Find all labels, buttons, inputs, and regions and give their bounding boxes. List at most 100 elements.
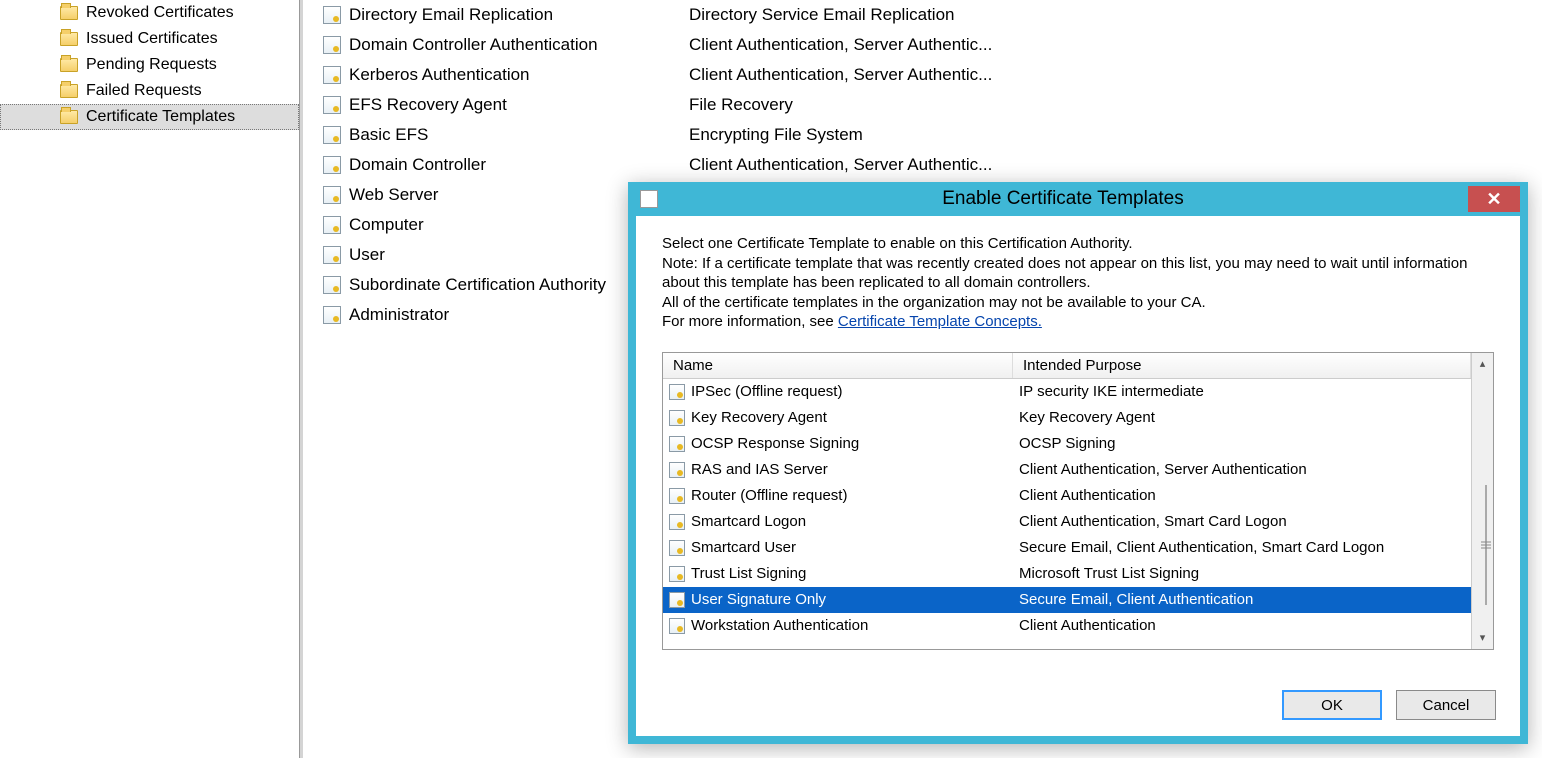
tree-label: Issued Certificates (86, 30, 218, 48)
dialog-list-item[interactable]: Workstation AuthenticationClient Authent… (663, 613, 1471, 639)
template-purpose: Client Authentication, Server Authentic.… (689, 35, 1542, 55)
scroll-up-icon[interactable]: ▴ (1472, 353, 1493, 375)
cert-icon (669, 436, 685, 452)
list-item[interactable]: Basic EFSEncrypting File System (303, 120, 1542, 150)
system-icon (640, 190, 658, 208)
col-header-purpose[interactable]: Intended Purpose (1013, 353, 1471, 378)
grip-icon (1481, 541, 1491, 548)
dlg-item-purpose: Secure Email, Client Authentication (1019, 591, 1471, 608)
template-name: Directory Email Replication (349, 5, 689, 25)
folder-icon (60, 6, 78, 20)
dialog-list-item[interactable]: OCSP Response SigningOCSP Signing (663, 431, 1471, 457)
dlg-item-name: RAS and IAS Server (691, 461, 1019, 478)
list-item[interactable]: Domain ControllerClient Authentication, … (303, 150, 1542, 180)
cert-icon (669, 592, 685, 608)
close-icon: ✕ (1486, 189, 1501, 210)
template-purpose: Client Authentication, Server Authentic.… (689, 65, 1542, 85)
dlg-item-name: Key Recovery Agent (691, 409, 1019, 426)
tree-label: Failed Requests (86, 82, 202, 100)
dialog-list-item[interactable]: RAS and IAS ServerClient Authentication,… (663, 457, 1471, 483)
dlg-item-name: Smartcard Logon (691, 513, 1019, 530)
dialog-template-list: Name Intended Purpose IPSec (Offline req… (662, 352, 1494, 650)
dialog-intro-3: All of the certificate templates in the … (662, 293, 1494, 313)
tree-item-failed[interactable]: Failed Requests (0, 78, 299, 104)
template-name: Kerberos Authentication (349, 65, 689, 85)
dlg-item-purpose: Client Authentication (1019, 617, 1471, 634)
folder-icon (60, 58, 78, 72)
template-name: Domain Controller Authentication (349, 35, 689, 55)
template-name: EFS Recovery Agent (349, 95, 689, 115)
scroll-thumb[interactable] (1485, 485, 1487, 605)
template-name: Basic EFS (349, 125, 689, 145)
cert-icon (323, 276, 341, 294)
cert-icon (669, 410, 685, 426)
dlg-item-name: Workstation Authentication (691, 617, 1019, 634)
cert-icon (323, 6, 341, 24)
cert-icon (669, 514, 685, 530)
dialog-intro-1: Select one Certificate Template to enabl… (662, 234, 1494, 254)
template-name: Domain Controller (349, 155, 689, 175)
dialog-list-item[interactable]: User Signature OnlySecure Email, Client … (663, 587, 1471, 613)
dlg-item-name: OCSP Response Signing (691, 435, 1019, 452)
dialog-body: Select one Certificate Template to enabl… (636, 216, 1520, 342)
template-purpose: File Recovery (689, 95, 1542, 115)
dialog-list-item[interactable]: Key Recovery AgentKey Recovery Agent (663, 405, 1471, 431)
folder-icon (60, 110, 78, 124)
dialog-list: Name Intended Purpose IPSec (Offline req… (663, 353, 1471, 649)
template-purpose: Client Authentication, Server Authentic.… (689, 155, 1542, 175)
dialog-list-item[interactable]: Smartcard LogonClient Authentication, Sm… (663, 509, 1471, 535)
scrollbar[interactable]: ▴ ▾ (1471, 353, 1493, 649)
nav-tree: Revoked Certificates Issued Certificates… (0, 0, 300, 758)
tree-label: Revoked Certificates (86, 4, 234, 22)
cert-icon (669, 384, 685, 400)
cert-icon (323, 216, 341, 234)
list-item[interactable]: Kerberos AuthenticationClient Authentica… (303, 60, 1542, 90)
cert-icon (323, 156, 341, 174)
dlg-item-purpose: Client Authentication, Server Authentica… (1019, 461, 1471, 478)
dlg-item-purpose: OCSP Signing (1019, 435, 1471, 452)
dlg-item-purpose: IP security IKE intermediate (1019, 383, 1471, 400)
folder-icon (60, 84, 78, 98)
dlg-item-purpose: Key Recovery Agent (1019, 409, 1471, 426)
link-prefix: For more information, see (662, 313, 838, 330)
dlg-item-name: User Signature Only (691, 591, 1019, 608)
tree-item-revoked[interactable]: Revoked Certificates (0, 0, 299, 26)
dlg-item-purpose: Client Authentication, Smart Card Logon (1019, 513, 1471, 530)
tree-item-cert-templates[interactable]: Certificate Templates (0, 104, 299, 130)
tree-item-pending[interactable]: Pending Requests (0, 52, 299, 78)
template-purpose: Encrypting File System (689, 125, 1542, 145)
dialog-list-item[interactable]: Smartcard UserSecure Email, Client Authe… (663, 535, 1471, 561)
dlg-item-purpose: Client Authentication (1019, 487, 1471, 504)
scroll-down-icon[interactable]: ▾ (1472, 627, 1493, 649)
list-item[interactable]: EFS Recovery AgentFile Recovery (303, 90, 1542, 120)
tree-item-issued[interactable]: Issued Certificates (0, 26, 299, 52)
help-link[interactable]: Certificate Template Concepts. (838, 313, 1042, 330)
col-header-name[interactable]: Name (663, 353, 1013, 378)
list-item[interactable]: Domain Controller AuthenticationClient A… (303, 30, 1542, 60)
dialog-list-item[interactable]: Trust List SigningMicrosoft Trust List S… (663, 561, 1471, 587)
list-item[interactable]: Directory Email ReplicationDirectory Ser… (303, 0, 1542, 30)
dlg-item-purpose: Microsoft Trust List Signing (1019, 565, 1471, 582)
dialog-title: Enable Certificate Templates (658, 188, 1468, 210)
dialog-list-header: Name Intended Purpose (663, 353, 1471, 379)
cancel-button[interactable]: Cancel (1396, 690, 1496, 720)
ok-button[interactable]: OK (1282, 690, 1382, 720)
dialog-buttons: OK Cancel (1282, 690, 1496, 720)
close-button[interactable]: ✕ (1468, 186, 1520, 212)
dialog-rows: IPSec (Offline request)IP security IKE i… (663, 379, 1471, 639)
dialog-list-item[interactable]: Router (Offline request)Client Authentic… (663, 483, 1471, 509)
dlg-item-name: Trust List Signing (691, 565, 1019, 582)
tree-label: Certificate Templates (86, 108, 235, 126)
dialog-titlebar[interactable]: Enable Certificate Templates ✕ (628, 182, 1528, 216)
cert-icon (323, 126, 341, 144)
cert-icon (323, 36, 341, 54)
cert-icon (323, 96, 341, 114)
folder-icon (60, 32, 78, 46)
cert-icon (323, 66, 341, 84)
dialog-list-item[interactable]: IPSec (Offline request)IP security IKE i… (663, 379, 1471, 405)
tree-label: Pending Requests (86, 56, 217, 74)
template-purpose: Directory Service Email Replication (689, 5, 1542, 25)
dlg-item-name: Smartcard User (691, 539, 1019, 556)
enable-templates-dialog: Enable Certificate Templates ✕ Select on… (628, 182, 1528, 744)
dlg-item-name: Router (Offline request) (691, 487, 1019, 504)
